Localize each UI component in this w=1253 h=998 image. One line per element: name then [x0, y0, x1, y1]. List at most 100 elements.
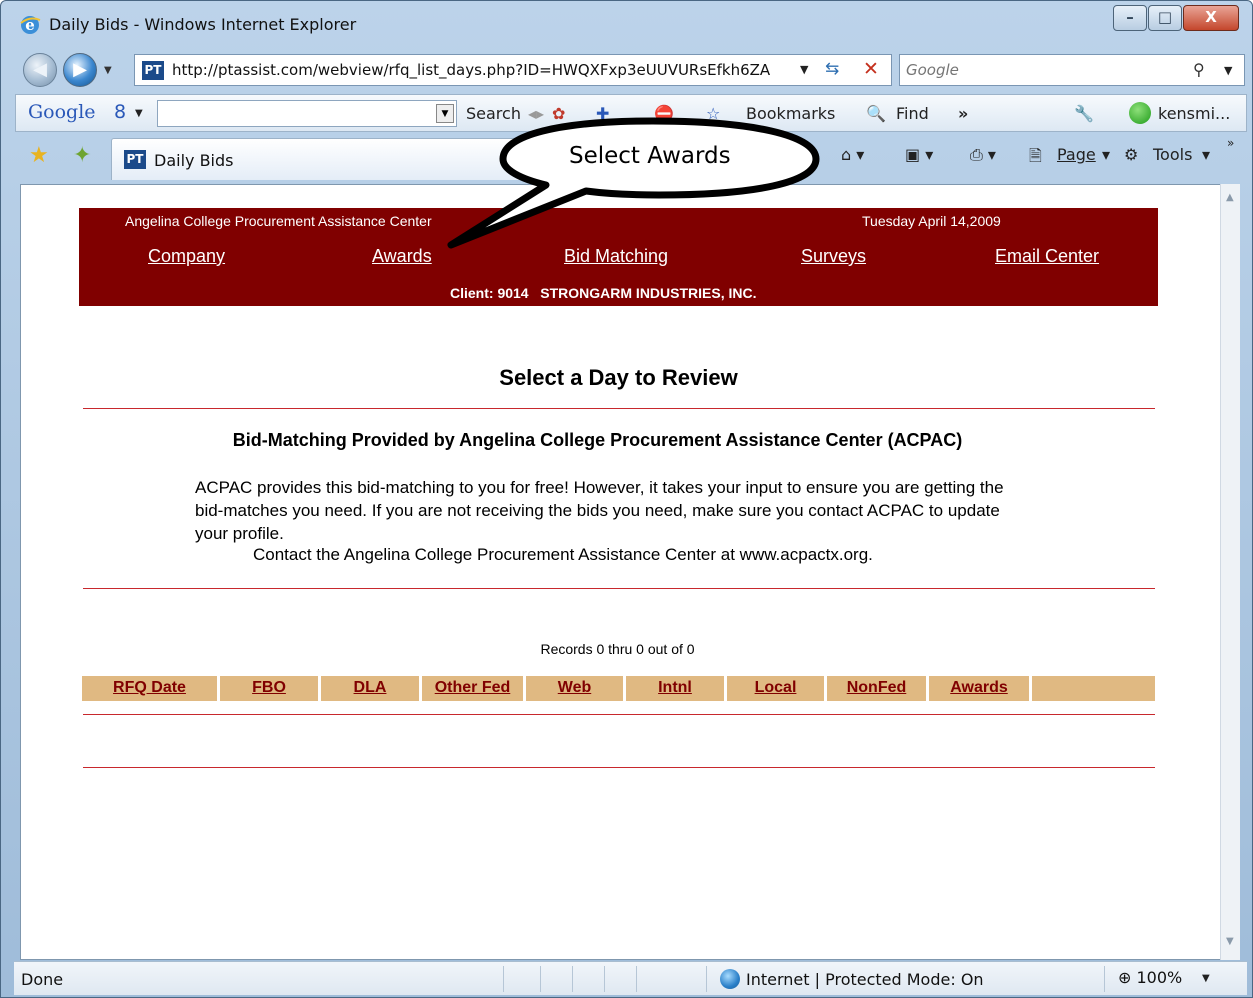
search-box[interactable]: ⚲ ▼ — [899, 54, 1245, 86]
status-text: Done — [21, 970, 64, 989]
column-other-fed-link[interactable]: Other Fed — [422, 679, 523, 697]
address-bar[interactable]: PT http://ptassist.com/webview/rfq_list_… — [134, 54, 892, 86]
account-button[interactable]: kensmi... — [1158, 104, 1230, 123]
divider-2 — [83, 588, 1155, 589]
column-rfq-date: RFQ Date — [82, 676, 220, 701]
more-tools-button[interactable]: » — [958, 104, 968, 123]
client-name: STRONGARM INDUSTRIES, INC. — [540, 285, 757, 301]
browser-window: e Daily Bids - Windows Internet Explorer… — [0, 0, 1253, 998]
current-date: Tuesday April 14,2009 — [862, 213, 1001, 229]
address-dropdown-icon[interactable]: ▼ — [800, 63, 808, 76]
column-awards: Awards — [929, 676, 1032, 701]
forward-button[interactable]: ▶ — [63, 53, 97, 87]
title-bar: e Daily Bids - Windows Internet Explorer… — [1, 1, 1252, 49]
zoom-icon: ⊕ — [1118, 968, 1132, 987]
column-dla: DLA — [321, 676, 422, 701]
maximize-button[interactable]: □ — [1148, 5, 1182, 31]
organization-name: Angelina College Procurement Assistance … — [125, 213, 432, 229]
feeds-icon[interactable]: ▣ ▾ — [905, 145, 933, 164]
column-awards-link[interactable]: Awards — [929, 679, 1029, 697]
home-icon[interactable]: ⌂ ▾ — [841, 145, 864, 164]
column-rfq-date-link[interactable]: RFQ Date — [82, 679, 217, 697]
close-icon: X — [1205, 8, 1217, 26]
page-dropdown-icon[interactable]: ▾ — [1102, 145, 1110, 164]
page-title: Select a Day to Review — [499, 365, 738, 390]
add-favorites-icon[interactable]: ✦ — [73, 143, 91, 168]
stop-icon[interactable]: ✕ — [863, 58, 879, 80]
column-empty — [1032, 676, 1155, 701]
address-row: ◀ ▶ ▼ PT http://ptassist.com/webview/rfq… — [1, 49, 1252, 91]
internet-explorer-icon: e — [20, 16, 41, 34]
spam-icon[interactable]: ⛔ — [654, 104, 674, 123]
tools-menu[interactable]: Tools — [1153, 145, 1192, 164]
internet-zone-icon — [720, 969, 740, 989]
search-icon[interactable]: ⚲ — [1193, 60, 1205, 79]
status-separator — [636, 966, 637, 992]
vertical-scrollbar[interactable]: ▲ ▼ — [1220, 184, 1240, 960]
site-header: Angelina College Procurement Assistance … — [79, 208, 1158, 306]
column-nonfed: NonFed — [827, 676, 929, 701]
site-favicon-icon: PT — [142, 61, 164, 80]
url-text[interactable]: http://ptassist.com/webview/rfq_list_day… — [172, 61, 770, 79]
google-search-input[interactable]: ▼ — [157, 100, 457, 127]
zoom-level[interactable]: ⊕ 100% — [1118, 968, 1182, 987]
column-web: Web — [526, 676, 626, 701]
tab-daily-bids[interactable]: PT Daily Bids — [111, 138, 521, 180]
nav-awards-link[interactable]: Awards — [372, 246, 432, 267]
minimize-icon: – — [1126, 8, 1134, 26]
search-input[interactable] — [906, 60, 1166, 80]
client-info: Client: 9014 STRONGARM INDUSTRIES, INC. — [450, 285, 757, 301]
contact-text: Contact the Angelina College Procurement… — [253, 545, 873, 564]
close-button[interactable]: X — [1183, 5, 1239, 31]
maximize-icon: □ — [1157, 8, 1173, 26]
column-fbo-link[interactable]: FBO — [220, 679, 318, 697]
online-status-icon — [1129, 102, 1151, 124]
google-search-dropdown-icon[interactable]: ▼ — [436, 104, 454, 123]
popup-blocker-icon[interactable]: ✿ — [552, 104, 565, 123]
records-count: Records 0 thru 0 out of 0 — [540, 641, 695, 657]
plus-icon[interactable]: ✚ — [596, 104, 609, 123]
nav-bid-matching-link[interactable]: Bid Matching — [564, 246, 668, 267]
print-icon[interactable]: ⎙ ▾ — [970, 145, 996, 165]
column-nonfed-link[interactable]: NonFed — [827, 679, 926, 697]
search-dropdown-icon[interactable]: ▼ — [1224, 64, 1232, 77]
back-arrow-icon: ◀ — [33, 59, 47, 80]
intro-paragraph: ACPAC provides this bid-matching to you … — [195, 478, 1004, 543]
find-button[interactable]: Find — [896, 104, 929, 123]
zoom-dropdown-icon[interactable]: ▼ — [1202, 973, 1210, 984]
minimize-button[interactable]: – — [1113, 5, 1147, 31]
tab-favicon-icon: PT — [124, 150, 146, 169]
column-dla-link[interactable]: DLA — [321, 679, 419, 697]
google-account-icon[interactable]: 8 — [114, 101, 126, 123]
favorites-star-icon[interactable]: ★ — [29, 143, 49, 168]
history-dropdown-icon[interactable]: ▼ — [104, 65, 112, 76]
nav-company-link[interactable]: Company — [148, 246, 225, 267]
page-menu[interactable]: Page — [1057, 145, 1096, 164]
column-intnl-link[interactable]: Intnl — [626, 679, 724, 697]
column-local-link[interactable]: Local — [727, 679, 824, 697]
security-zone[interactable]: Internet | Protected Mode: On — [746, 970, 984, 989]
zoom-value: 100% — [1136, 968, 1183, 987]
scroll-up-icon[interactable]: ▲ — [1226, 192, 1234, 203]
toolbar-overflow-icon[interactable]: » — [1227, 136, 1234, 150]
status-separator — [540, 966, 541, 992]
column-other-fed: Other Fed — [422, 676, 526, 701]
settings-wrench-icon[interactable]: 🔧 — [1074, 104, 1094, 123]
column-web-link[interactable]: Web — [526, 679, 623, 697]
column-local: Local — [727, 676, 827, 701]
nav-surveys-link[interactable]: Surveys — [801, 246, 866, 267]
bookmarks-button[interactable]: Bookmarks — [746, 104, 835, 123]
google-dropdown-icon[interactable]: ▼ — [135, 108, 143, 119]
tools-dropdown-icon[interactable]: ▾ — [1202, 145, 1210, 164]
tab-label: Daily Bids — [154, 151, 234, 170]
status-separator — [706, 966, 707, 992]
nav-email-center-link[interactable]: Email Center — [995, 246, 1099, 267]
separator-icon: ◂▸ — [528, 104, 545, 123]
refresh-icon[interactable]: ⇆ — [825, 59, 839, 79]
back-button[interactable]: ◀ — [23, 53, 57, 87]
tab-row: ★ ✦ PT Daily Bids ⌂ ▾ ▣ ▾ ⎙ ▾ 🗎 Page ▾ ⚙… — [15, 134, 1247, 182]
scroll-down-icon[interactable]: ▼ — [1226, 936, 1234, 947]
client-id: Client: 9014 — [450, 285, 529, 301]
google-search-button[interactable]: Search — [466, 104, 521, 123]
status-bar: Done Internet | Protected Mode: On ⊕ 100… — [14, 961, 1247, 995]
